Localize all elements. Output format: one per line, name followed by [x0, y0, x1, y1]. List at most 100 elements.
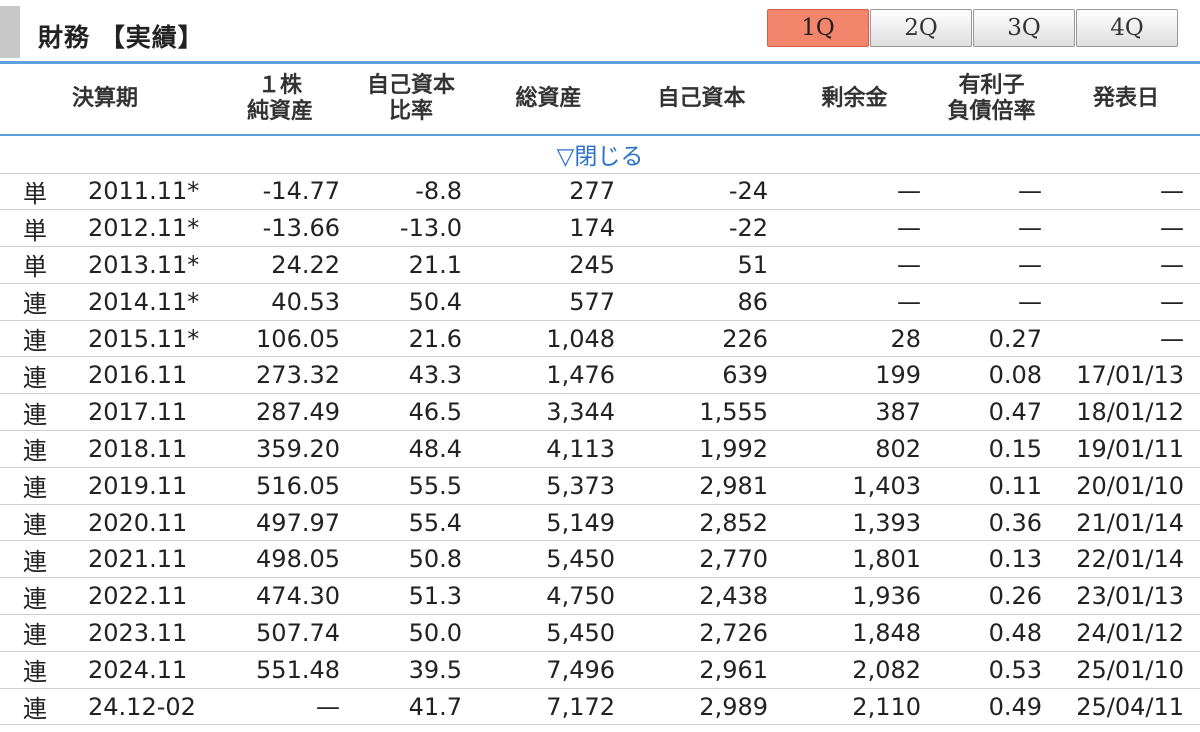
cell-equity-ratio: 55.4 [350, 504, 473, 542]
col-header-total-assets: 総資産 [472, 64, 626, 136]
cell-retained-earnings: 802 [778, 430, 932, 468]
cell-equity: 226 [625, 320, 779, 358]
cell-bps: -13.66 [210, 209, 351, 248]
cell-de-ratio: 0.49 [931, 688, 1053, 726]
row-type: 連 [0, 577, 70, 616]
cell-bps: -14.77 [210, 173, 351, 211]
cell-retained-earnings: — [778, 173, 932, 211]
row-period: 2015.11* [70, 320, 211, 358]
cell-retained-earnings: 1,393 [778, 504, 932, 542]
table-row: 連 2022.11 474.30 51.3 4,750 2,438 1,936 0.26 23/… [0, 577, 1200, 616]
close-toggle-link[interactable]: ▽閉じる [0, 135, 1200, 174]
cell-bps: 497.97 [210, 504, 351, 542]
cell-bps: — [210, 688, 351, 726]
row-period: 24.12-02 [70, 688, 211, 726]
cell-de-ratio: 0.27 [931, 320, 1053, 358]
cell-total-assets: 4,750 [472, 577, 626, 616]
table-row: 単 2012.11* -13.66 -13.0 174 -22— — — [0, 209, 1200, 248]
cell-announce-date: 19/01/11 [1052, 430, 1200, 468]
cell-equity-ratio: 39.5 [350, 651, 473, 689]
section-header: 財務 【実績】 1Q 2Q 3Q 4Q [0, 0, 1200, 64]
row-period: 2014.11* [70, 283, 211, 321]
cell-retained-earnings: 387 [778, 393, 932, 432]
cell-total-assets: 5,373 [472, 467, 626, 505]
cell-announce-date: 25/01/10 [1052, 651, 1200, 689]
col-header-retained-earnings: 剰余金 [778, 64, 932, 136]
cell-de-ratio: 0.13 [931, 540, 1053, 579]
cell-retained-earnings: — [778, 246, 932, 284]
cell-retained-earnings: — [778, 209, 932, 248]
cell-total-assets: 7,496 [472, 651, 626, 689]
cell-total-assets: 4,113 [472, 430, 626, 468]
cell-equity-ratio: -13.0 [350, 209, 473, 248]
cell-total-assets: 1,476 [472, 356, 626, 395]
toggle-row: ▽閉じる [0, 135, 1200, 174]
cell-equity: 2,961 [625, 651, 779, 689]
cell-equity: 2,770 [625, 540, 779, 579]
cell-retained-earnings: 28 [778, 320, 932, 358]
cell-equity: 639 [625, 356, 779, 395]
row-type: 連 [0, 467, 70, 505]
cell-announce-date: 21/01/14 [1052, 504, 1200, 542]
cell-bps: 273.32 [210, 356, 351, 395]
cell-announce-date: 20/01/10 [1052, 467, 1200, 505]
cell-retained-earnings: 1,403 [778, 467, 932, 505]
tab-2q[interactable]: 2Q [870, 9, 972, 47]
cell-equity-ratio: 41.7 [350, 688, 473, 726]
cell-announce-date: 24/01/12 [1052, 614, 1200, 652]
table-row: 連 24.12-02—41.7 7,172 2,989 2,110 0.49 25/04/1… [0, 688, 1200, 726]
row-type: 連 [0, 393, 70, 432]
cell-retained-earnings: — [778, 283, 932, 321]
cell-total-assets: 577 [472, 283, 626, 321]
col-header-announce-date: 発表日 [1052, 64, 1200, 136]
row-type: 連 [0, 504, 70, 542]
table-row: 連 2015.11* 106.05 21.6 1,048 226 28 0.27— [0, 320, 1200, 358]
table-header-row: 決算期 １株 純資産 自己資本 比率 総資産 自己資本 剰余金 有利子 負債倍率 発表… [0, 64, 1200, 136]
row-type: 連 [0, 283, 70, 321]
cell-de-ratio: 0.15 [931, 430, 1053, 468]
cell-announce-date: — [1052, 320, 1200, 358]
tab-4q[interactable]: 4Q [1076, 9, 1178, 47]
cell-equity-ratio: 55.5 [350, 467, 473, 505]
cell-equity-ratio: 50.0 [350, 614, 473, 652]
cell-equity: 2,852 [625, 504, 779, 542]
cell-bps: 287.49 [210, 393, 351, 432]
row-type: 連 [0, 320, 70, 358]
col-header-equity-ratio: 自己資本 比率 [350, 64, 473, 136]
table-row: 連 2017.11 287.49 46.5 3,344 1,555 387 0.47 18/01… [0, 393, 1200, 432]
cell-total-assets: 277 [472, 173, 626, 211]
cell-de-ratio: 0.11 [931, 467, 1053, 505]
cell-announce-date: 18/01/12 [1052, 393, 1200, 432]
cell-retained-earnings: 2,082 [778, 651, 932, 689]
cell-equity-ratio: 21.1 [350, 246, 473, 284]
cell-announce-date: 23/01/13 [1052, 577, 1200, 616]
cell-equity: -24 [625, 173, 779, 211]
title-accent-bar [0, 6, 20, 58]
cell-de-ratio: — [931, 283, 1053, 321]
cell-bps: 516.05 [210, 467, 351, 505]
cell-announce-date: 25/04/11 [1052, 688, 1200, 726]
row-type: 連 [0, 651, 70, 689]
col-header-equity: 自己資本 [625, 64, 779, 136]
row-period: 2018.11 [70, 430, 211, 468]
row-type: 連 [0, 540, 70, 579]
cell-de-ratio: — [931, 209, 1053, 248]
cell-bps: 359.20 [210, 430, 351, 468]
row-period: 2012.11* [70, 209, 211, 248]
cell-equity: 2,981 [625, 467, 779, 505]
row-period: 2013.11* [70, 246, 211, 284]
cell-de-ratio: 0.08 [931, 356, 1053, 395]
row-period: 2020.11 [70, 504, 211, 542]
tab-3q[interactable]: 3Q [973, 9, 1075, 47]
cell-announce-date: — [1052, 173, 1200, 211]
cell-equity-ratio: 50.8 [350, 540, 473, 579]
cell-equity: 51 [625, 246, 779, 284]
table-row: 連 2018.11 359.20 48.4 4,113 1,992 802 0.15 19/01… [0, 430, 1200, 468]
cell-equity-ratio: 48.4 [350, 430, 473, 468]
cell-equity: 1,992 [625, 430, 779, 468]
cell-equity-ratio: 43.3 [350, 356, 473, 395]
tab-1q[interactable]: 1Q [767, 9, 869, 47]
row-type: 連 [0, 688, 70, 726]
cell-total-assets: 5,149 [472, 504, 626, 542]
cell-bps: 106.05 [210, 320, 351, 358]
